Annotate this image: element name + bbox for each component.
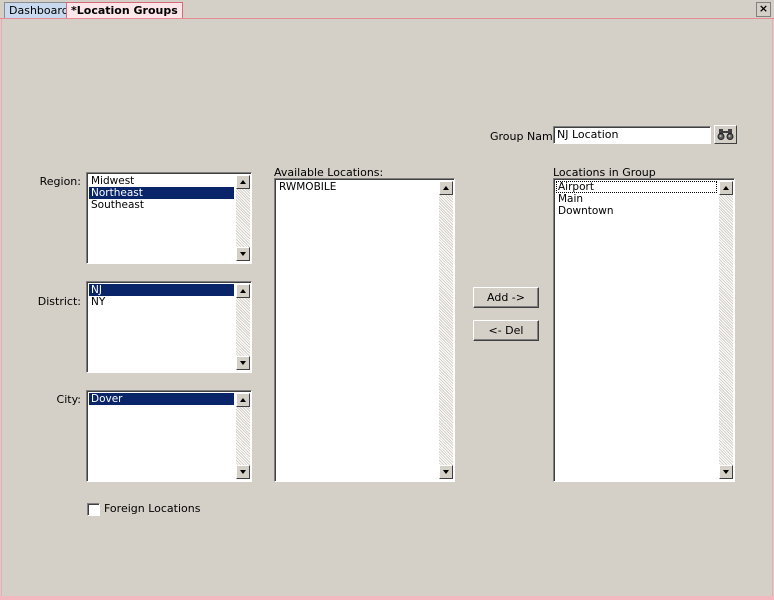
list-item[interactable]: Midwest: [89, 175, 234, 187]
scroll-up-button[interactable]: [236, 393, 250, 407]
foreign-locations-checkbox[interactable]: [87, 503, 100, 516]
scroll-down-button[interactable]: [236, 465, 250, 479]
region-label: Region:: [39, 175, 81, 188]
find-button[interactable]: [714, 125, 737, 144]
binoculars-icon: [717, 129, 734, 140]
scrollbar[interactable]: [719, 181, 733, 479]
district-listbox[interactable]: NJ NY: [86, 281, 252, 373]
available-locations-listbox[interactable]: RWMOBILE: [274, 178, 455, 482]
scroll-down-button[interactable]: [439, 465, 453, 479]
scroll-up-button[interactable]: [236, 175, 250, 189]
delete-button[interactable]: <- Del: [473, 320, 539, 341]
tab-bar: Dashboard *Location Groups ×: [0, 0, 774, 19]
arrow-down-icon: [240, 252, 246, 256]
add-button[interactable]: Add ->: [473, 287, 539, 308]
arrow-up-icon: [723, 186, 729, 190]
scroll-down-button[interactable]: [236, 356, 250, 370]
scrollbar[interactable]: [439, 181, 453, 479]
tab-dashboard[interactable]: Dashboard: [4, 2, 74, 18]
city-listbox[interactable]: Dover: [86, 390, 252, 482]
district-label: District:: [37, 295, 81, 308]
locations-in-group-listbox[interactable]: Airport Main Downtown: [553, 178, 735, 482]
scroll-down-button[interactable]: [719, 465, 733, 479]
bottom-border: [0, 596, 774, 600]
arrow-up-icon: [240, 180, 246, 184]
tab-location-groups[interactable]: *Location Groups: [66, 2, 183, 18]
scrollbar[interactable]: [236, 284, 250, 370]
scroll-up-button[interactable]: [719, 181, 733, 195]
list-item[interactable]: Main: [556, 193, 717, 205]
list-item[interactable]: Southeast: [89, 199, 234, 211]
city-label: City:: [56, 393, 81, 406]
list-item-selected[interactable]: Dover: [89, 393, 234, 405]
region-listbox[interactable]: Midwest Northeast Southeast: [86, 172, 252, 264]
arrow-down-icon: [240, 361, 246, 365]
arrow-up-icon: [240, 398, 246, 402]
arrow-down-icon: [240, 470, 246, 474]
scrollbar[interactable]: [236, 175, 250, 261]
foreign-locations-label: Foreign Locations: [104, 502, 201, 515]
list-item-focused[interactable]: Airport: [556, 181, 717, 193]
scroll-up-button[interactable]: [439, 181, 453, 195]
arrow-down-icon: [443, 470, 449, 474]
arrow-up-icon: [443, 186, 449, 190]
list-item[interactable]: RWMOBILE: [277, 181, 437, 193]
list-item-selected[interactable]: Northeast: [89, 187, 234, 199]
scrollbar[interactable]: [236, 393, 250, 479]
close-icon[interactable]: ×: [756, 2, 771, 17]
list-item-selected[interactable]: NJ: [89, 284, 234, 296]
scroll-up-button[interactable]: [236, 284, 250, 298]
list-item[interactable]: NY: [89, 296, 234, 308]
list-item[interactable]: Downtown: [556, 205, 717, 217]
scroll-down-button[interactable]: [236, 247, 250, 261]
arrow-up-icon: [240, 289, 246, 293]
arrow-down-icon: [723, 470, 729, 474]
group-name-input[interactable]: [553, 126, 711, 144]
